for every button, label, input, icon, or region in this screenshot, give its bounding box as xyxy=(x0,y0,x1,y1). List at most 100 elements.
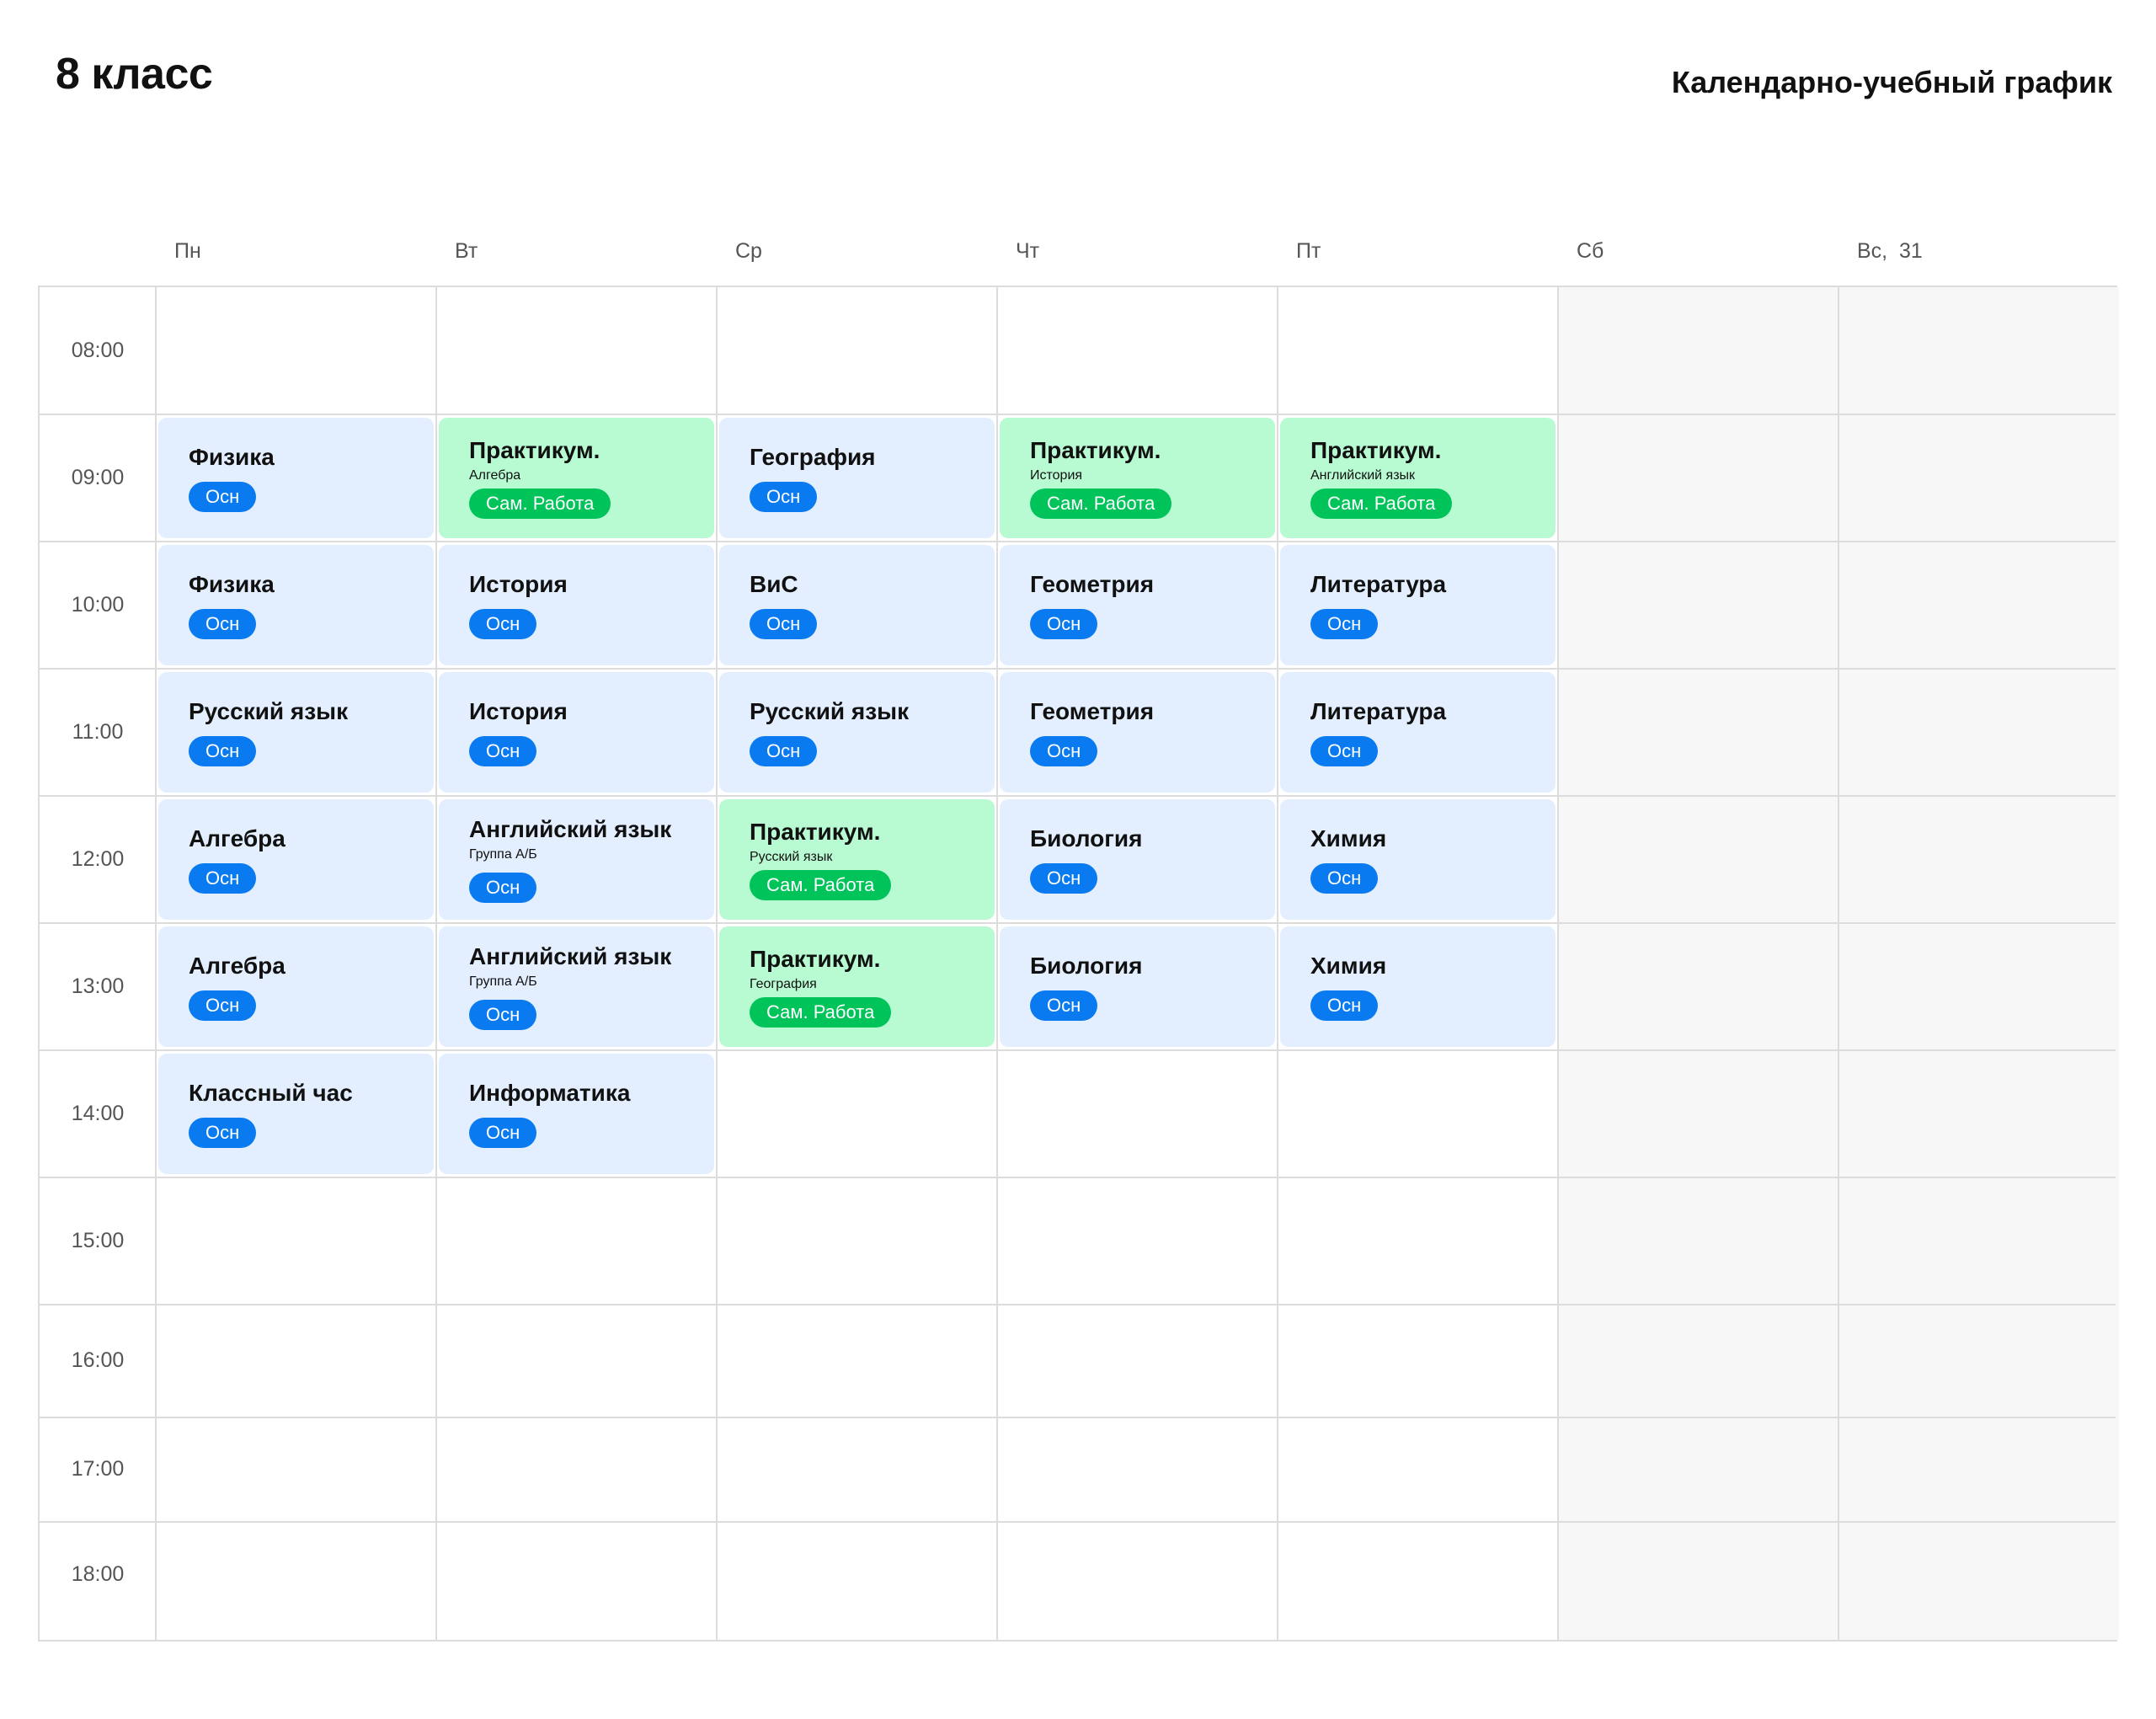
main-lesson-badge: Осн xyxy=(469,872,537,903)
lesson-title: Английский язык xyxy=(469,943,672,970)
lesson-title: Химия xyxy=(1310,825,1387,852)
lesson-title: Английский язык xyxy=(469,816,672,843)
main-lesson-badge: Осн xyxy=(469,999,537,1030)
column-divider xyxy=(996,287,998,1640)
lesson-card[interactable]: ВиС Осн xyxy=(719,545,995,665)
lesson-card[interactable]: Геометрия Осн xyxy=(1000,672,1275,793)
lesson-subtitle: Группа А/Б xyxy=(469,974,537,989)
lesson-card[interactable]: География Осн xyxy=(719,418,995,538)
lesson-card[interactable]: История Осн xyxy=(439,672,714,793)
lesson-title: История xyxy=(469,571,568,598)
lesson-title: Литература xyxy=(1310,571,1447,598)
lesson-card[interactable]: Алгебра Осн xyxy=(158,799,434,920)
day-header-tue: Вт xyxy=(455,239,478,263)
lesson-subtitle: Английский язык xyxy=(1310,467,1416,483)
lesson-title: ВиС xyxy=(750,571,798,598)
main-lesson-badge: Осн xyxy=(1030,990,1098,1021)
main-lesson-badge: Осн xyxy=(750,481,818,512)
time-label: 16:00 xyxy=(71,1348,125,1372)
row-divider xyxy=(40,922,2116,924)
column-divider xyxy=(435,287,437,1640)
row-divider xyxy=(40,541,2116,542)
main-lesson-badge: Осн xyxy=(189,735,257,766)
main-lesson-badge: Осн xyxy=(1310,735,1379,766)
practice-lesson-card[interactable]: Практикум. География Сам. Работа xyxy=(719,926,995,1047)
lesson-card[interactable]: Литература Осн xyxy=(1280,545,1556,665)
lesson-title: Геометрия xyxy=(1030,571,1155,598)
main-lesson-badge: Осн xyxy=(189,481,257,512)
lesson-card[interactable]: История Осн xyxy=(439,545,714,665)
practice-lesson-card[interactable]: Практикум. Английский язык Сам. Работа xyxy=(1280,418,1556,538)
column-divider xyxy=(1838,287,1839,1640)
lesson-title: Информатика xyxy=(469,1080,631,1107)
main-lesson-badge: Осн xyxy=(1030,735,1098,766)
lesson-card[interactable]: Классный час Осн xyxy=(158,1054,434,1174)
time-label: 12:00 xyxy=(71,846,125,871)
row-divider xyxy=(40,1417,2116,1418)
lesson-title: Алгебра xyxy=(189,953,286,980)
schedule-grid: 08:00 09:00 10:00 11:00 12:00 13:00 14:00 15:00… xyxy=(38,286,2119,1642)
main-lesson-badge: Осн xyxy=(189,862,257,894)
lesson-card[interactable]: Физика Осн xyxy=(158,545,434,665)
main-lesson-badge: Осн xyxy=(469,608,537,639)
independent-work-badge: Сам. Работа xyxy=(469,488,611,519)
weekend-column-sun xyxy=(1838,287,2119,1640)
row-divider xyxy=(40,1177,2116,1178)
main-lesson-badge: Осн xyxy=(189,608,257,639)
lesson-card[interactable]: Геометрия Осн xyxy=(1000,545,1275,665)
time-label: 15:00 xyxy=(71,1228,125,1252)
weekend-column-sat xyxy=(1558,287,1838,1640)
day-header-sun: Вс, 31 xyxy=(1857,239,1923,263)
independent-work-badge: Сам. Работа xyxy=(750,996,892,1028)
lesson-title: Практикум. xyxy=(1030,437,1161,464)
lesson-card[interactable]: Химия Осн xyxy=(1280,926,1556,1047)
column-divider xyxy=(716,287,718,1640)
lesson-title: Практикум. xyxy=(750,819,881,846)
page-subtitle: Календарно-учебный график xyxy=(1671,65,2112,99)
time-label: 14:00 xyxy=(71,1101,125,1125)
lesson-card[interactable]: Английский язык Группа А/Б Осн xyxy=(439,799,714,920)
day-header-mon: Пн xyxy=(174,239,201,263)
row-divider xyxy=(40,795,2116,797)
lesson-card[interactable]: Биология Осн xyxy=(1000,926,1275,1047)
time-label: 08:00 xyxy=(71,338,125,362)
lesson-card[interactable]: Алгебра Осн xyxy=(158,926,434,1047)
main-lesson-badge: Осн xyxy=(1030,608,1098,639)
row-divider xyxy=(40,1049,2116,1051)
day-header-sat: Сб xyxy=(1577,239,1604,263)
lesson-title: Биология xyxy=(1030,953,1143,980)
lesson-title: Алгебра xyxy=(189,825,286,852)
time-label: 10:00 xyxy=(71,592,125,617)
time-label: 11:00 xyxy=(72,719,124,744)
main-lesson-badge: Осн xyxy=(1310,608,1379,639)
lesson-title: Физика xyxy=(189,571,275,598)
lesson-card[interactable]: Литература Осн xyxy=(1280,672,1556,793)
practice-lesson-card[interactable]: Практикум. Русский язык Сам. Работа xyxy=(719,799,995,920)
lesson-title: Химия xyxy=(1310,953,1387,980)
time-label: 13:00 xyxy=(71,974,125,998)
time-label: 18:00 xyxy=(71,1562,125,1586)
column-divider xyxy=(155,287,157,1640)
lesson-title: Биология xyxy=(1030,825,1143,852)
lesson-title: История xyxy=(469,698,568,725)
time-label: 09:00 xyxy=(71,465,125,489)
lesson-card[interactable]: Физика Осн xyxy=(158,418,434,538)
lesson-title: Практикум. xyxy=(750,946,881,973)
row-divider xyxy=(40,668,2116,670)
lesson-card[interactable]: Русский язык Осн xyxy=(158,672,434,793)
practice-lesson-card[interactable]: Практикум. Алгебра Сам. Работа xyxy=(439,418,714,538)
main-lesson-badge: Осн xyxy=(189,990,257,1021)
lesson-card[interactable]: Русский язык Осн xyxy=(719,672,995,793)
lesson-card[interactable]: Информатика Осн xyxy=(439,1054,714,1174)
row-divider xyxy=(40,414,2116,415)
main-lesson-badge: Осн xyxy=(1310,990,1379,1021)
lesson-subtitle: География xyxy=(750,976,817,991)
lesson-card[interactable]: Биология Осн xyxy=(1000,799,1275,920)
column-divider xyxy=(1557,287,1559,1640)
lesson-card[interactable]: Английский язык Группа А/Б Осн xyxy=(439,926,714,1047)
lesson-card[interactable]: Химия Осн xyxy=(1280,799,1556,920)
practice-lesson-card[interactable]: Практикум. История Сам. Работа xyxy=(1000,418,1275,538)
main-lesson-badge: Осн xyxy=(469,735,537,766)
lesson-subtitle: Группа А/Б xyxy=(469,846,537,862)
day-header-fri: Пт xyxy=(1296,239,1321,263)
